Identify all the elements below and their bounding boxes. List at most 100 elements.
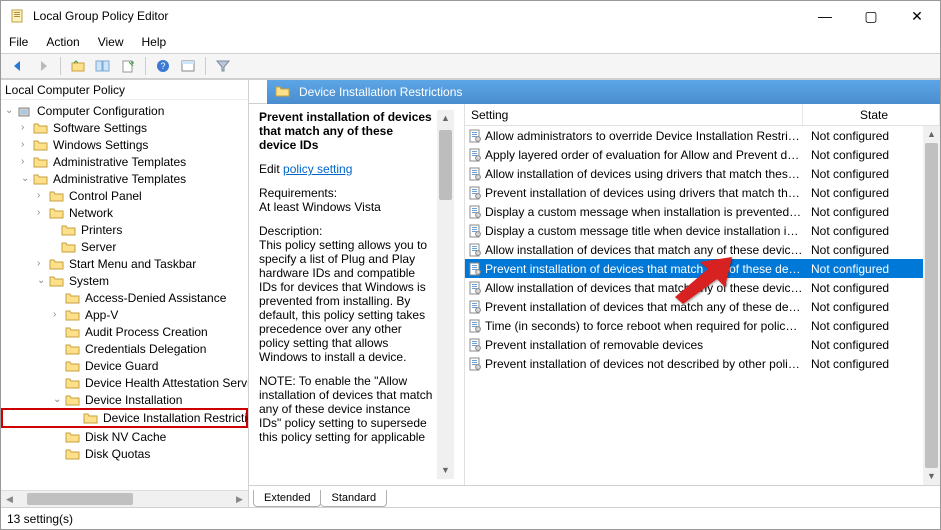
tree-item-disk-quotas[interactable]: Disk Quotas [1, 445, 248, 462]
toolbar: ? [1, 53, 940, 79]
list-row-state: Not configured [803, 338, 889, 352]
tree-item-credentials[interactable]: Credentials Delegation [1, 340, 248, 357]
show-hide-button[interactable] [92, 55, 114, 77]
policy-icon [465, 262, 485, 276]
folder-icon [275, 84, 291, 101]
list-row[interactable]: Allow administrators to override Device … [465, 126, 940, 145]
tree-item-start-menu[interactable]: ›Start Menu and Taskbar [1, 255, 248, 272]
list-row[interactable]: Display a custom message title when devi… [465, 221, 940, 240]
list-scrollbar[interactable]: ▲ ▼ [923, 126, 940, 485]
tree-item-device-health[interactable]: Device Health Attestation Service [1, 374, 248, 391]
maximize-button[interactable]: ▢ [848, 1, 894, 31]
tree-item-access-denied[interactable]: Access-Denied Assistance [1, 289, 248, 306]
list-row-state: Not configured [803, 148, 889, 162]
tree-horizontal-scrollbar[interactable]: ◀ ▶ [1, 490, 248, 507]
properties-button[interactable] [177, 55, 199, 77]
back-button[interactable] [7, 55, 29, 77]
tree-item-software[interactable]: ›Software Settings [1, 119, 248, 136]
export-button[interactable] [117, 55, 139, 77]
list-row-state: Not configured [803, 167, 889, 181]
tree-item-disk-nv[interactable]: Disk NV Cache [1, 428, 248, 445]
list-row-state: Not configured [803, 262, 889, 276]
description-label: Description: [259, 224, 322, 238]
list-row-state: Not configured [803, 319, 889, 333]
list-row[interactable]: Prevent installation of devices using dr… [465, 183, 940, 202]
list-row-state: Not configured [803, 300, 889, 314]
tree-item-computer-config[interactable]: ⌄Computer Configuration [1, 102, 248, 119]
content-pane: Device Installation Restrictions Prevent… [249, 80, 940, 507]
list-row[interactable]: Prevent installation of devices that mat… [465, 259, 940, 278]
tree-item-windows-settings[interactable]: ›Windows Settings [1, 136, 248, 153]
list-row[interactable]: Prevent installation of devices that mat… [465, 297, 940, 316]
policy-icon [465, 281, 485, 295]
tree-item-device-guard[interactable]: Device Guard [1, 357, 248, 374]
menu-bar: File Action View Help [1, 31, 940, 53]
list-row-setting: Prevent installation of devices that mat… [485, 300, 803, 314]
tree-item-printers[interactable]: Printers [1, 221, 248, 238]
menu-view[interactable]: View [98, 35, 124, 49]
tree-item-server[interactable]: Server [1, 238, 248, 255]
tree-item-system[interactable]: ⌄System [1, 272, 248, 289]
list-row-setting: Allow installation of devices using driv… [485, 167, 803, 181]
menu-help[interactable]: Help [142, 35, 167, 49]
list-row[interactable]: Prevent installation of devices not desc… [465, 354, 940, 373]
policy-icon [465, 129, 485, 143]
list-row-setting: Time (in seconds) to force reboot when r… [485, 319, 803, 333]
tree-item-audit[interactable]: Audit Process Creation [1, 323, 248, 340]
list-row-state: Not configured [803, 243, 889, 257]
content-header-title: Device Installation Restrictions [299, 85, 462, 99]
list-row[interactable]: Allow installation of devices that match… [465, 278, 940, 297]
list-row-setting: Prevent installation of devices that mat… [485, 262, 803, 276]
requirements-label: Requirements: [259, 186, 337, 200]
status-text: 13 setting(s) [7, 512, 73, 526]
minimize-button[interactable]: — [802, 1, 848, 31]
tree-item-control-panel[interactable]: ›Control Panel [1, 187, 248, 204]
menu-action[interactable]: Action [46, 35, 79, 49]
description-pane: Prevent installation of devices that mat… [249, 104, 465, 485]
tree-item-admin-templates-1[interactable]: ›Administrative Templates [1, 153, 248, 170]
list-row-state: Not configured [803, 129, 889, 143]
tree-item-app-v[interactable]: ›App-V [1, 306, 248, 323]
tree-item-device-install-restrictions[interactable]: Device Installation Restrictions [1, 408, 248, 428]
column-state[interactable]: State [803, 104, 940, 125]
list-row[interactable]: Apply layered order of evaluation for Al… [465, 145, 940, 164]
list-row-setting: Allow installation of devices that match… [485, 281, 803, 295]
column-setting[interactable]: Setting [465, 104, 803, 125]
content-header: Device Installation Restrictions [249, 80, 940, 104]
forward-button[interactable] [32, 55, 54, 77]
help-button[interactable]: ? [152, 55, 174, 77]
app-icon [9, 8, 25, 24]
list-row-setting: Prevent installation of devices using dr… [485, 186, 803, 200]
list-row-setting: Prevent installation of removable device… [485, 338, 803, 352]
description-scrollbar[interactable]: ▲ ▼ [437, 110, 454, 479]
filter-button[interactable] [212, 55, 234, 77]
list-row-state: Not configured [803, 205, 889, 219]
list-row[interactable]: Time (in seconds) to force reboot when r… [465, 316, 940, 335]
list-row[interactable]: Display a custom message when installati… [465, 202, 940, 221]
tree: ⌄Computer Configuration ›Software Settin… [1, 100, 248, 464]
up-button[interactable] [67, 55, 89, 77]
list-row[interactable]: Allow installation of devices using driv… [465, 164, 940, 183]
policy-icon [465, 148, 485, 162]
menu-file[interactable]: File [9, 35, 28, 49]
list-row[interactable]: Allow installation of devices that match… [465, 240, 940, 259]
tree-header[interactable]: Local Computer Policy [1, 80, 248, 100]
tree-pane: Local Computer Policy ⌄Computer Configur… [1, 80, 249, 507]
policy-setting-link[interactable]: policy setting [283, 162, 352, 176]
policy-icon [465, 224, 485, 238]
list-row[interactable]: Prevent installation of removable device… [465, 335, 940, 354]
tab-standard[interactable]: Standard [320, 490, 387, 507]
list-rows: Allow administrators to override Device … [465, 126, 940, 485]
tab-extended[interactable]: Extended [253, 490, 321, 507]
description-note: NOTE: To enable the "Allow installation … [259, 374, 432, 444]
edit-label: Edit [259, 162, 280, 176]
tree-item-network[interactable]: ›Network [1, 204, 248, 221]
list-row-setting: Prevent installation of devices not desc… [485, 357, 803, 371]
list-row-setting: Apply layered order of evaluation for Al… [485, 148, 803, 162]
tree-item-admin-templates-2[interactable]: ⌄Administrative Templates [1, 170, 248, 187]
tree-item-device-install[interactable]: ⌄Device Installation [1, 391, 248, 408]
policy-icon [465, 167, 485, 181]
description-text: This policy setting allows you to specif… [259, 238, 427, 364]
list-row-state: Not configured [803, 224, 889, 238]
close-button[interactable]: ✕ [894, 1, 940, 31]
